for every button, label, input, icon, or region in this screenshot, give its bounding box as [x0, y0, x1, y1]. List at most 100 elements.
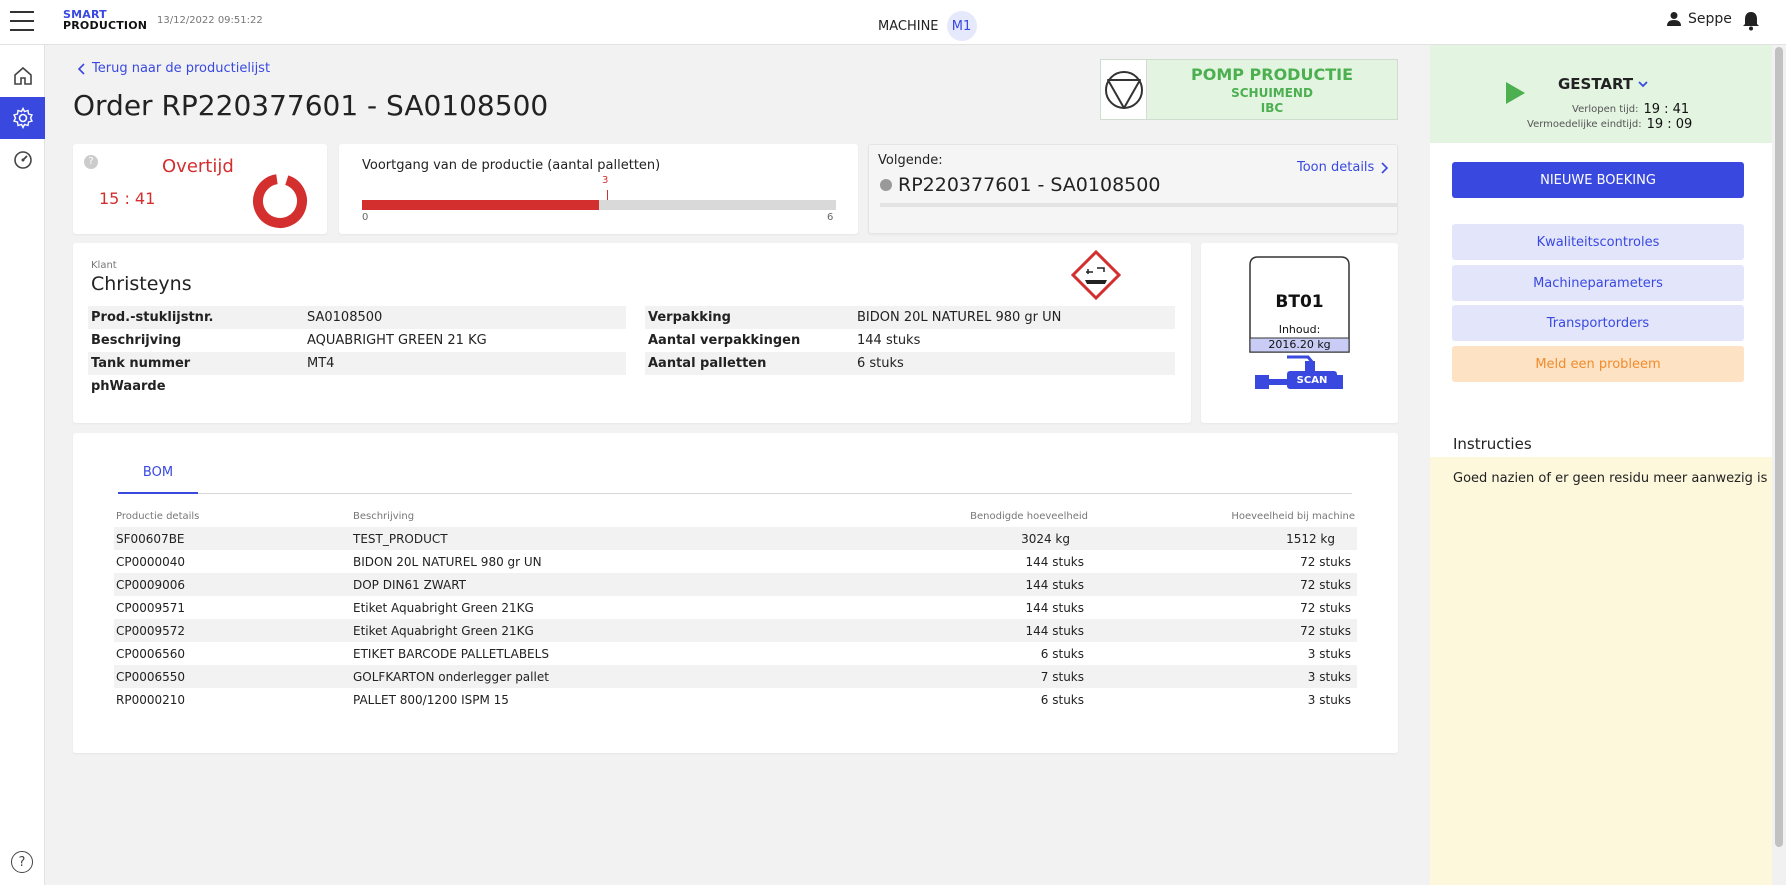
prop-row: phWaarde: [88, 375, 626, 398]
show-details-label: Toon details: [1297, 160, 1375, 175]
next-order-bar: [880, 203, 1397, 207]
table-header: Productie details Beschrijving Benodigde…: [114, 506, 1357, 527]
tank-content-label: Inhoud:: [1278, 323, 1321, 336]
machine-badge[interactable]: M1: [946, 11, 977, 41]
prop-key: phWaarde: [91, 379, 166, 394]
nav-home[interactable]: [0, 55, 45, 97]
cell: 1512 kg: [1090, 527, 1357, 550]
column-header[interactable]: Beschrijving: [351, 506, 874, 527]
right-panel: GESTART Verlopen tijd: 19 : 41 Vermoedel…: [1430, 45, 1772, 885]
prop-value: SA0108500: [307, 310, 383, 325]
status-dot-icon: [880, 179, 892, 191]
production-type-badge: POMP PRODUCTIE SCHUIMEND IBC: [1100, 59, 1398, 120]
table-row[interactable]: CP0009572 Etiket Aquabright Green 21KG 144…: [114, 619, 1357, 642]
show-details-link[interactable]: Toon details: [1297, 160, 1389, 175]
tab-divider: [118, 493, 1352, 494]
table-row[interactable]: CP0006560 ETIKET BARCODE PALLETLABELS 6 st…: [114, 642, 1357, 665]
cell: GOLFKARTON onderlegger pallet: [351, 665, 874, 688]
cell: 3024 kg: [874, 527, 1090, 550]
table-row[interactable]: SF00607BE TEST_PRODUCT 3024 kg 1512 kg: [114, 527, 1357, 550]
cell: TEST_PRODUCT: [351, 527, 874, 550]
cell: Etiket Aquabright Green 21KG: [353, 600, 534, 615]
prop-key: Verpakking: [648, 310, 731, 325]
new-booking-button[interactable]: NIEUWE BOEKING: [1452, 162, 1744, 198]
scrollbar[interactable]: [1772, 45, 1786, 885]
next-label: Volgende:: [878, 153, 943, 168]
status-dropdown[interactable]: GESTART: [1558, 75, 1648, 93]
nav-settings[interactable]: [0, 97, 45, 139]
help-badge-icon[interactable]: ?: [84, 155, 98, 169]
scrollbar-thumb[interactable]: [1775, 47, 1783, 847]
properties-right: Verpakking BIDON 20L NATUREL 980 gr UN A…: [645, 306, 1175, 375]
play-icon[interactable]: [1504, 81, 1526, 105]
tank-card[interactable]: BT01 Inhoud: 2016.20 kg SCAN: [1201, 243, 1398, 423]
chevron-right-icon: [1381, 161, 1389, 174]
bom-card: BOM Productie details Beschrijving Benod…: [73, 433, 1398, 753]
cell: CP0009006: [114, 573, 351, 596]
table-row[interactable]: CP0009006 DOP DIN61 ZWART 144 stuks 72 stuk…: [114, 573, 1357, 596]
left-nav: ?: [0, 45, 45, 885]
machine-parameters-button[interactable]: Machineparameters: [1452, 265, 1744, 301]
progress-bar-fill: [362, 200, 599, 210]
progress-title: Voortgang van de productie (aantal palle…: [362, 158, 661, 173]
report-problem-button[interactable]: Meld een probleem: [1452, 346, 1744, 382]
table-row[interactable]: CP0006550 GOLFKARTON onderlegger pallet 7 …: [114, 665, 1357, 688]
table-row[interactable]: CP0000040 BIDON 20L NATUREL 980 gr UN 144 …: [114, 550, 1357, 573]
pomp-title: POMP PRODUCTIE: [1190, 65, 1353, 84]
overtime-ring-icon: [253, 174, 307, 228]
page-title: Order RP220377601 - SA0108500: [73, 89, 549, 122]
cell: 72 stuks: [1090, 619, 1357, 642]
prop-row: Aantal palletten 6 stuks: [645, 352, 1175, 375]
bom-table: Productie details Beschrijving Benodigde…: [114, 506, 1357, 711]
progress-current-label: 3: [602, 175, 609, 186]
transport-orders-button[interactable]: Transportorders: [1452, 305, 1744, 341]
cell: BIDON 20L NATUREL 980 gr UN: [353, 554, 542, 569]
cell: CP0009571: [116, 600, 186, 615]
cell: Etiket Aquabright Green 21KG: [351, 619, 874, 642]
cell: CP0009572: [114, 619, 351, 642]
menu-icon[interactable]: [10, 11, 34, 33]
elapsed-value: 19 : 41: [1643, 102, 1690, 117]
bell-icon[interactable]: [1742, 11, 1760, 35]
cell: SF00607BE: [114, 527, 351, 550]
table-row[interactable]: RP0000210 PALLET 800/1200 ISPM 15 6 stuks 3…: [114, 688, 1357, 711]
cell: 3 stuks: [1307, 646, 1351, 661]
scan-label[interactable]: SCAN: [1287, 375, 1337, 386]
cell: DOP DIN61 ZWART: [351, 573, 874, 596]
progress-card: Voortgang van de productie (aantal palle…: [339, 144, 858, 234]
prop-key: Prod.-stuklijstnr.: [91, 310, 214, 325]
progress-bar: [362, 200, 836, 210]
prop-value: 144 stuks: [857, 333, 921, 348]
column-header[interactable]: Hoeveelheid bij machine: [1090, 506, 1357, 527]
actions-area: NIEUWE BOEKING Kwaliteitscontroles Machi…: [1430, 143, 1772, 457]
eta-value: 19 : 09: [1646, 117, 1693, 132]
nav-dashboard[interactable]: [0, 139, 45, 181]
next-order-number: RP220377601 - SA0108500: [898, 174, 1161, 196]
cell: 144 stuks: [874, 573, 1090, 596]
chevron-left-icon: [78, 62, 85, 75]
cell: 144 stuks: [874, 619, 1090, 642]
home-icon: [13, 66, 32, 85]
status-title: GESTART: [1558, 75, 1634, 93]
tab-bom[interactable]: BOM: [118, 465, 198, 480]
cell: 3 stuks: [1090, 665, 1357, 688]
column-header[interactable]: Benodigde hoeveelheid: [874, 506, 1090, 527]
next-order-card: Volgende: RP220377601 - SA0108500 Toon d…: [868, 144, 1398, 234]
corrosive-hazard-icon: [1071, 250, 1121, 300]
back-link-label: Terug naar de productielijst: [92, 61, 271, 76]
table-row[interactable]: CP0009571 Etiket Aquabright Green 21KG 144…: [114, 596, 1357, 619]
back-link[interactable]: Terug naar de productielijst: [78, 61, 270, 76]
overtime-card: ? Overtijd 15 : 41: [73, 144, 327, 234]
help-icon[interactable]: ?: [11, 851, 33, 873]
overtime-time: 15 : 41: [99, 189, 156, 208]
prop-row: Verpakking BIDON 20L NATUREL 980 gr UN: [645, 306, 1175, 329]
prop-value: MT4: [307, 356, 335, 371]
cell: 3 stuks: [1307, 692, 1351, 707]
prop-value: 6 stuks: [857, 356, 904, 371]
quality-checks-button[interactable]: Kwaliteitscontroles: [1452, 224, 1744, 260]
user-menu[interactable]: Seppe: [1666, 11, 1732, 27]
eta-label: Vermoedelijke eindtijd:: [1527, 119, 1642, 130]
cell: 144 stuks: [1025, 554, 1084, 569]
cell: PALLET 800/1200 ISPM 15: [353, 692, 509, 707]
column-header[interactable]: Productie details: [114, 506, 351, 527]
